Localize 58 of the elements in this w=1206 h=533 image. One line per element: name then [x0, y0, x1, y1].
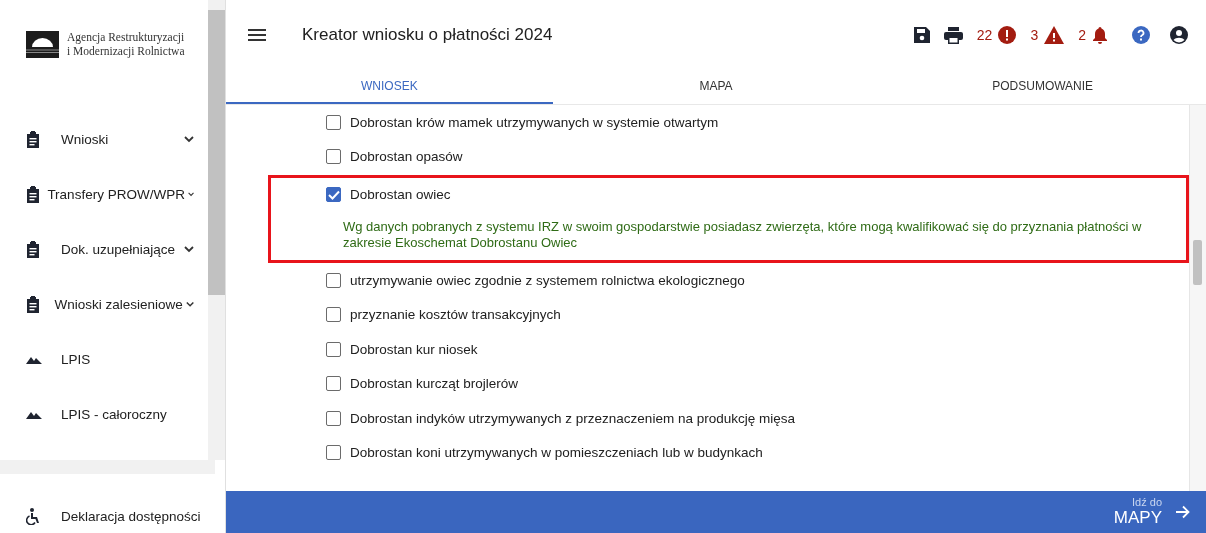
checkbox[interactable] — [326, 376, 341, 392]
mountains-icon — [26, 355, 42, 364]
logo-icon — [26, 30, 59, 58]
chevron-down-icon[interactable] — [184, 136, 194, 143]
checkbox[interactable] — [326, 307, 341, 323]
nav-item[interactable]: Transfery PROW/WPR — [0, 167, 208, 222]
help-icon[interactable] — [1132, 26, 1150, 44]
count-label: 2 — [1078, 27, 1086, 43]
tab[interactable]: WNIOSEK — [226, 70, 553, 104]
mountains-icon — [26, 410, 42, 419]
tab[interactable]: PODSUMOWANIE — [879, 70, 1206, 104]
page-title: Kreator wniosku o płatności 2024 — [302, 25, 554, 45]
accessibility-icon — [26, 507, 40, 525]
option-label: utrzymywanie owiec zgodnie z systemem rolnictwa ekologicznego — [350, 272, 745, 288]
option-label: przyznanie kosztów transakcyjnych — [350, 307, 561, 323]
nav-item[interactable]: LPIS — [0, 332, 208, 387]
checkbox[interactable] — [326, 187, 341, 202]
option-label: Dobrostan opasów — [350, 149, 463, 165]
scrollbar[interactable] — [208, 0, 225, 460]
nav-item[interactable]: Wnioski — [0, 112, 208, 167]
checkbox[interactable] — [326, 341, 341, 357]
option-label: Dobrostan owiec — [350, 187, 451, 202]
error-icon — [998, 26, 1017, 44]
agency-name: Agencja Restrukturyzacji i Modernizacji Rolnictwa — [67, 30, 185, 58]
print-icon[interactable] — [943, 26, 963, 44]
save-icon[interactable] — [913, 27, 930, 43]
option-label: Dobrostan koni utrzymywanych w pomieszczeniach lub w budynkach — [350, 445, 763, 461]
tab[interactable]: MAPA — [552, 70, 880, 104]
option-label: Dobrostan kur niosek — [350, 341, 478, 357]
chevron-down-icon[interactable] — [184, 246, 194, 253]
nav-item[interactable]: LPIS - całoroczny — [0, 387, 208, 442]
checkbox[interactable] — [326, 114, 341, 130]
nav-item[interactable]: Deklaracja dostępności — [0, 501, 225, 533]
chevron-down-icon[interactable] — [185, 301, 194, 308]
option-label: Dobrostan indyków utrzymywanych z przeznaczeniem na produkcję mięsa — [350, 410, 795, 426]
checkbox[interactable] — [326, 445, 341, 461]
clipboard-icon — [26, 186, 40, 203]
checkbox[interactable] — [326, 410, 341, 426]
account-icon[interactable] — [1170, 26, 1188, 44]
chevron-down-icon[interactable] — [187, 191, 194, 198]
next-button[interactable]: Idź do MAPY — [226, 491, 1206, 533]
option-label: Dobrostan kurcząt brojlerów — [350, 376, 519, 392]
nav-item[interactable]: Dok. uzupełniające — [0, 222, 208, 277]
menu-button[interactable] — [248, 29, 266, 41]
info-message: Wg danych pobranych z systemu IRZ w swoim gospodarstwie posiadasz zwierzęta, które mogą kwalifikować się do przyznania płatności w zakresie Ekoschemat Dobrostanu Owiec — [342, 218, 1143, 250]
warning-icon — [1044, 26, 1065, 44]
scrollbar[interactable] — [1189, 105, 1206, 491]
nav-item[interactable]: Wnioski zalesieniowe — [0, 277, 208, 332]
clipboard-icon — [26, 296, 40, 313]
clipboard-icon — [26, 241, 40, 258]
count-label: 22 — [976, 27, 993, 43]
bell-icon — [1092, 26, 1108, 44]
count-label: 3 — [1030, 27, 1039, 43]
checkbox[interactable] — [326, 149, 341, 165]
clipboard-icon — [26, 131, 40, 148]
checkbox[interactable] — [326, 272, 341, 288]
option-label: Dobrostan krów mamek utrzymywanych w systemie otwartym — [350, 114, 719, 130]
arrow-right-icon — [1176, 505, 1190, 519]
